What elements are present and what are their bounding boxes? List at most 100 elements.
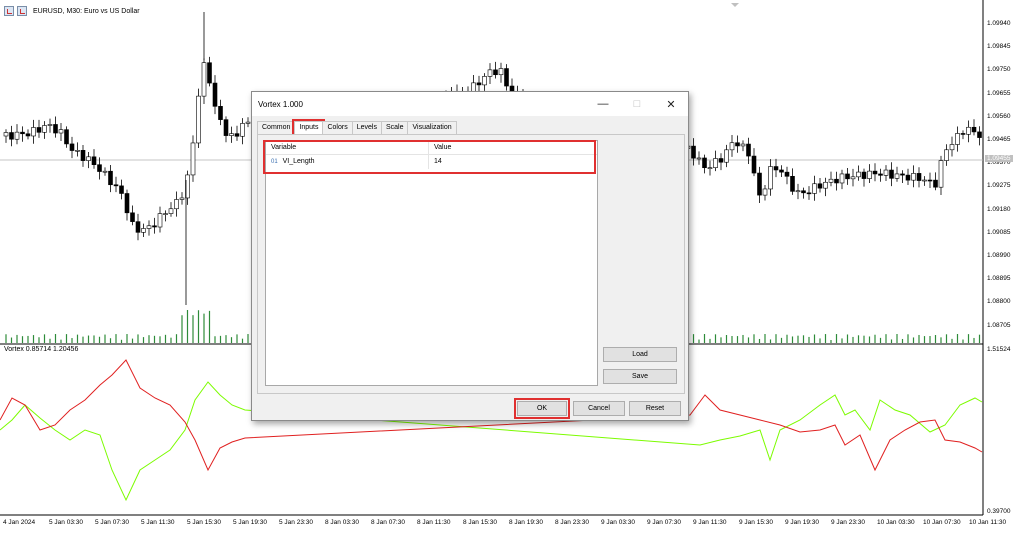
volume-bar bbox=[115, 334, 117, 343]
candle-body bbox=[960, 133, 966, 135]
volume-bar bbox=[153, 335, 156, 343]
volume-bar bbox=[962, 339, 964, 343]
candle-body bbox=[790, 175, 795, 192]
candle-body bbox=[119, 185, 124, 194]
value-column-header[interactable]: Value bbox=[429, 141, 597, 154]
volume-bar bbox=[197, 310, 200, 343]
candle-body bbox=[735, 142, 740, 147]
volume-bar bbox=[225, 335, 227, 343]
candle-body bbox=[212, 82, 218, 107]
candle-body bbox=[47, 124, 53, 126]
candle-body bbox=[768, 166, 773, 190]
price-axis-label: 1.09940 bbox=[987, 20, 1011, 27]
volume-bar bbox=[142, 337, 145, 343]
volume-bar bbox=[725, 335, 728, 343]
volume-bar bbox=[65, 334, 68, 343]
load-button[interactable]: Load bbox=[603, 347, 677, 362]
volume-bar bbox=[835, 334, 838, 343]
candle-body bbox=[75, 150, 80, 152]
volume-bar bbox=[203, 313, 205, 343]
table-row[interactable]: 01 VI_Length 14 bbox=[266, 155, 597, 169]
time-axis-label: 9 Jan 11:30 bbox=[693, 519, 727, 526]
volume-bar bbox=[967, 334, 970, 343]
price-axis-label: 1.09560 bbox=[987, 112, 1011, 120]
candle-body bbox=[911, 173, 916, 181]
reset-button[interactable]: Reset bbox=[629, 401, 681, 416]
volume-bar bbox=[907, 334, 909, 343]
tab-visualization[interactable]: Visualization bbox=[407, 121, 457, 134]
cancel-button[interactable]: Cancel bbox=[573, 401, 625, 416]
volume-bar bbox=[731, 336, 733, 343]
candle-body bbox=[922, 179, 927, 182]
candle-body bbox=[58, 129, 64, 134]
candle-body bbox=[977, 131, 982, 138]
candle-body bbox=[20, 131, 25, 135]
candle-body bbox=[812, 183, 817, 194]
time-axis-label: 8 Jan 23:30 bbox=[555, 519, 589, 526]
volume-bar bbox=[54, 334, 57, 343]
volume-bar bbox=[846, 334, 849, 343]
volume-bar bbox=[148, 335, 150, 343]
candle-body bbox=[718, 158, 724, 163]
volume-bar bbox=[38, 337, 40, 343]
tab-levels[interactable]: Levels bbox=[351, 121, 382, 134]
candle-body bbox=[196, 95, 201, 144]
candle-body bbox=[938, 160, 944, 188]
candle-body bbox=[86, 156, 91, 161]
volume-bar bbox=[698, 339, 700, 343]
tab-common[interactable]: Common bbox=[257, 121, 296, 134]
candle-body bbox=[25, 133, 31, 137]
variable-column-header[interactable]: Variable bbox=[266, 141, 429, 154]
volume-bar bbox=[868, 336, 871, 343]
volume-bar bbox=[874, 334, 876, 343]
volume-bar bbox=[802, 335, 805, 343]
time-axis-label: 10 Jan 07:30 bbox=[923, 519, 961, 526]
candle-body bbox=[245, 121, 251, 124]
value-field[interactable]: 14 bbox=[429, 155, 597, 169]
volume-bar bbox=[98, 336, 101, 343]
time-axis-label: 5 Jan 07:30 bbox=[95, 519, 129, 526]
candle-body bbox=[878, 173, 883, 176]
close-icon[interactable]: ✕ bbox=[654, 92, 688, 116]
volume-bar bbox=[208, 310, 211, 343]
tab-inputs[interactable]: Inputs bbox=[292, 119, 326, 137]
volume-bar bbox=[714, 334, 717, 343]
candle-body bbox=[152, 225, 157, 228]
candle-body bbox=[944, 149, 949, 161]
volume-bar bbox=[797, 335, 799, 343]
candle-body bbox=[108, 170, 113, 186]
time-axis-label: 9 Jan 23:30 bbox=[831, 519, 865, 526]
minimize-icon[interactable]: — bbox=[586, 92, 620, 116]
time-axis-label: 8 Jan 11:30 bbox=[417, 519, 451, 526]
candle-body bbox=[724, 149, 729, 163]
volume-bar bbox=[93, 335, 95, 343]
candle-body bbox=[190, 142, 196, 176]
candle-body bbox=[124, 193, 130, 214]
price-axis-label: 1.09180 bbox=[987, 205, 1011, 213]
tab-scale[interactable]: Scale bbox=[380, 121, 409, 134]
save-button[interactable]: Save bbox=[603, 369, 677, 384]
candle-body bbox=[971, 126, 977, 133]
tab-colors[interactable]: Colors bbox=[322, 121, 353, 134]
volume-bar bbox=[775, 334, 777, 343]
volume-bar bbox=[164, 334, 167, 343]
volume-bar bbox=[824, 334, 827, 343]
dialog-titlebar[interactable]: Vortex 1.000 — □ ✕ bbox=[252, 92, 688, 116]
candle-body bbox=[729, 142, 735, 151]
ok-button[interactable]: OK bbox=[514, 398, 570, 419]
candle-body bbox=[240, 123, 245, 137]
volume-bar bbox=[186, 310, 189, 343]
candle-body bbox=[179, 197, 185, 200]
candle-body bbox=[955, 133, 960, 145]
volume-bar bbox=[791, 336, 794, 343]
volume-bar bbox=[934, 335, 937, 343]
volume-bar bbox=[742, 334, 744, 343]
chart-window-icon bbox=[4, 6, 14, 16]
chart-symbol-title: EURUSD, M30: Euro vs US Dollar bbox=[33, 7, 140, 15]
inputs-grid[interactable]: Variable Value 01 VI_Length 14 bbox=[265, 140, 598, 386]
candle-body bbox=[487, 69, 493, 77]
volume-bar bbox=[230, 337, 233, 343]
candle-body bbox=[900, 173, 905, 176]
time-axis-label: 5 Jan 03:30 bbox=[49, 519, 83, 526]
volume-bar bbox=[43, 334, 46, 343]
